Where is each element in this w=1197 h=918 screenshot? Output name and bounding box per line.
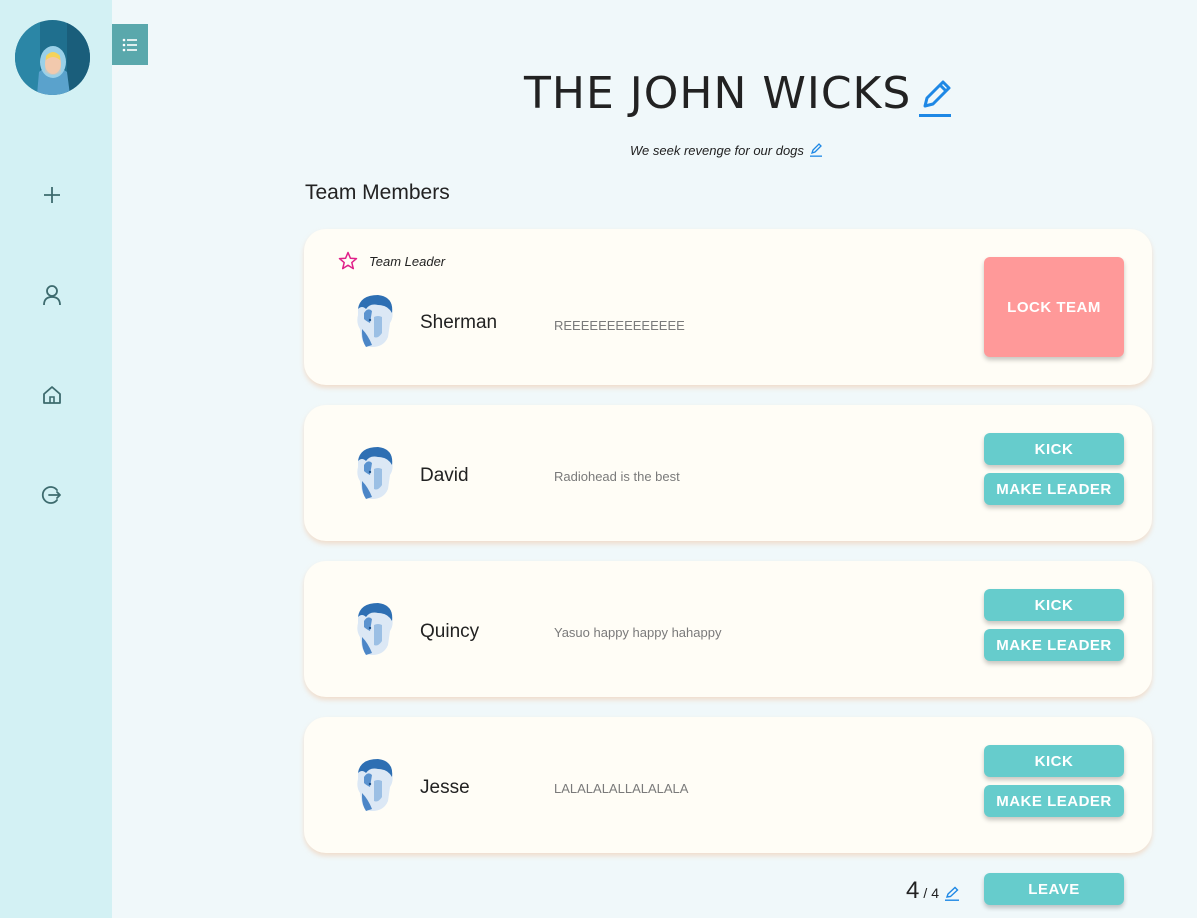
member-count-max: 4: [931, 885, 940, 901]
member-name: David: [420, 465, 469, 486]
make-leader-button[interactable]: MAKE LEADER: [984, 785, 1124, 817]
team-motto-row: We seek revenge for our dogs: [630, 142, 823, 158]
profile-avatar[interactable]: [15, 20, 90, 95]
member-motto: Yasuo happy happy hahappy: [554, 625, 722, 640]
edit-motto-icon[interactable]: [809, 142, 823, 158]
member-name: Quincy: [420, 621, 480, 642]
team-members-heading: Team Members: [305, 181, 450, 204]
member-motto: LALALALALLALALALA: [554, 781, 689, 796]
team-title: THE JOHN WICKS: [524, 68, 912, 119]
member-count-current: 4: [906, 877, 920, 904]
profile-photo: [15, 20, 90, 95]
add-icon[interactable]: [38, 181, 66, 209]
member-card: David Radiohead is the best KICK MAKE LE…: [304, 405, 1152, 541]
member-card: Quincy Yasuo happy happy hahappy KICK MA…: [304, 561, 1152, 697]
leader-label: Team Leader: [369, 253, 446, 269]
kick-button[interactable]: KICK: [984, 745, 1124, 777]
star-icon: [338, 251, 358, 270]
sidebar: [0, 0, 112, 918]
edit-capacity-icon[interactable]: [944, 886, 960, 902]
make-leader-button[interactable]: MAKE LEADER: [984, 473, 1124, 505]
member-count: 4 / 4: [906, 877, 960, 905]
team-motto: We seek revenge for our dogs: [630, 142, 804, 158]
lock-team-button[interactable]: LOCK TEAM: [984, 257, 1124, 357]
member-avatar: [357, 603, 393, 655]
team-title-row: THE JOHN WICKS: [524, 68, 953, 120]
member-motto: REEEEEEEEEEEEEE: [554, 318, 685, 333]
leader-tag: Team Leader: [338, 251, 445, 271]
list-icon: [122, 38, 137, 51]
user-icon[interactable]: [38, 281, 66, 309]
kick-button[interactable]: KICK: [984, 589, 1124, 621]
member-card-leader: Team Leader Sherman REEEEEEEEEEEEEE LOCK…: [304, 229, 1152, 385]
member-count-separator: /: [923, 885, 928, 901]
member-avatar: [357, 295, 393, 347]
member-name: Sherman: [420, 312, 498, 333]
member-motto: Radiohead is the best: [554, 469, 680, 484]
logout-icon[interactable]: [38, 481, 66, 509]
make-leader-button[interactable]: MAKE LEADER: [984, 629, 1124, 661]
kick-button[interactable]: KICK: [984, 433, 1124, 465]
member-name: Jesse: [420, 777, 470, 798]
menu-toggle-button[interactable]: [112, 24, 148, 65]
member-avatar: [357, 759, 393, 811]
member-avatar: [357, 447, 393, 499]
leave-button[interactable]: LEAVE: [984, 873, 1124, 905]
member-card: Jesse LALALALALLALALALA KICK MAKE LEADER: [304, 717, 1152, 853]
home-icon[interactable]: [38, 381, 66, 409]
edit-title-icon[interactable]: [917, 76, 953, 120]
